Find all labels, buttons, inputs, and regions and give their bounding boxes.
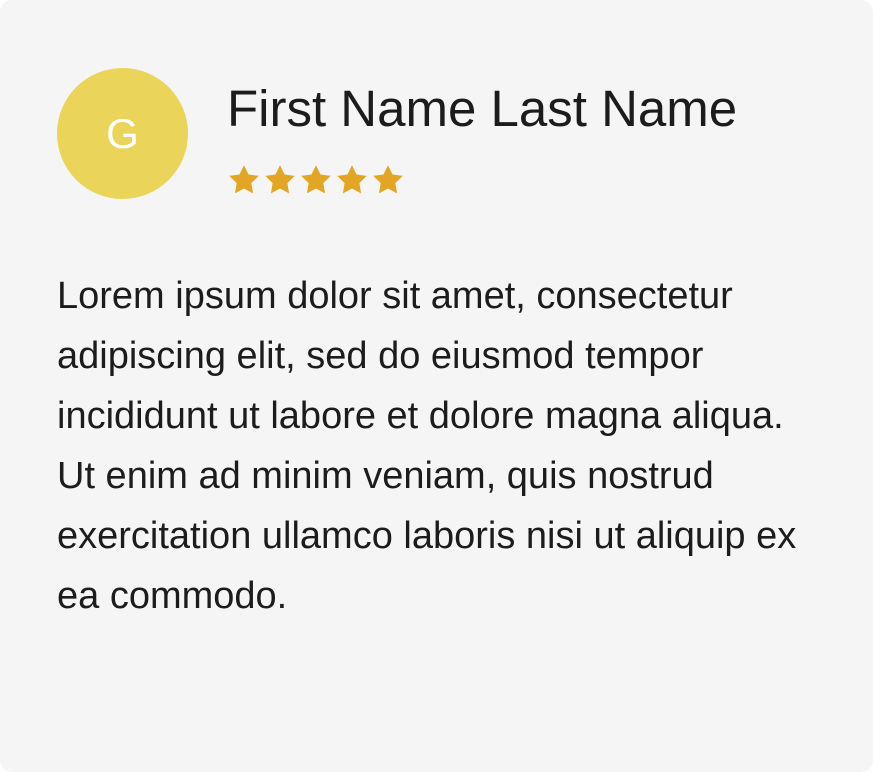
star-icon [262, 163, 298, 197]
star-icon [298, 163, 334, 197]
avatar-initial: G [106, 109, 139, 157]
review-card: G First Name Last Name Lorem ipsum dolor… [0, 0, 873, 772]
reviewer-name: First Name Last Name [227, 80, 738, 137]
star-rating [226, 163, 406, 197]
star-icon [226, 163, 262, 197]
star-icon [334, 163, 370, 197]
star-icon [370, 163, 406, 197]
review-text: Lorem ipsum dolor sit amet, consectetur … [57, 275, 797, 617]
avatar: G [57, 68, 188, 199]
